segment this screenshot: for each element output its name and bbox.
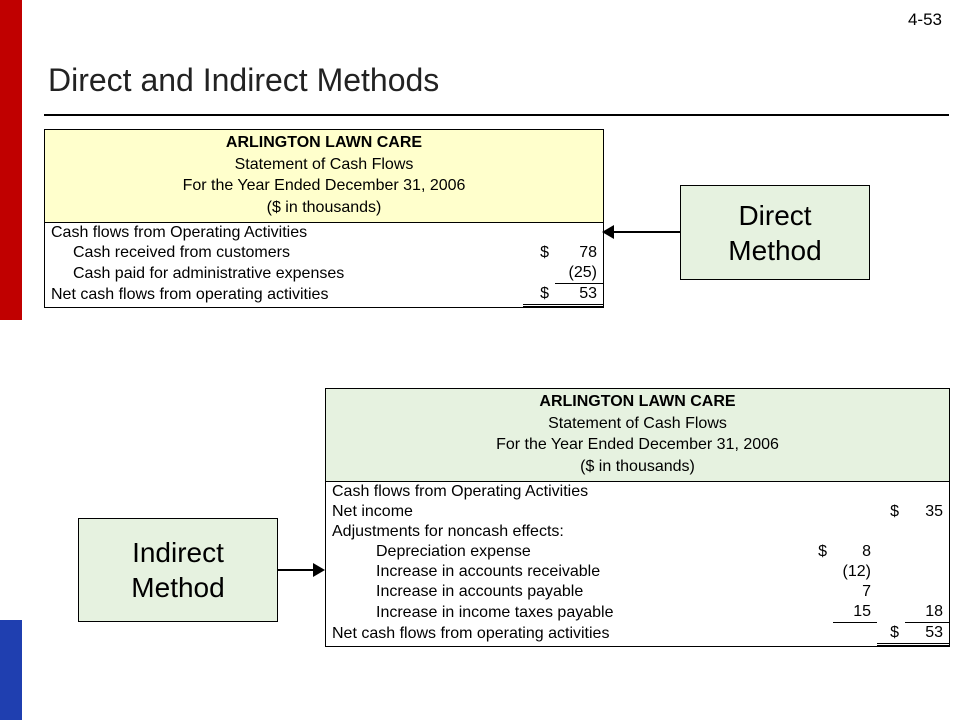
arrow-right-icon xyxy=(278,569,323,571)
direct-method-label-box: Direct Method xyxy=(680,185,870,280)
slide-number: 4-53 xyxy=(908,10,942,30)
line-item-value: 78 xyxy=(555,243,603,263)
table-row: Cash paid for administrative expenses (2… xyxy=(45,263,603,284)
section-header: Cash flows from Operating Activities xyxy=(326,482,805,502)
table-row: Increase in income taxes payable 15 18 xyxy=(326,602,949,623)
net-cash-label: Net cash flows from operating activities xyxy=(45,284,523,306)
company-name: ARLINGTON LAWN CARE xyxy=(45,132,603,154)
table-row: Increase in accounts receivable (12) xyxy=(326,562,949,582)
line-item-label: Cash received from customers xyxy=(45,243,523,263)
statement-period: For the Year Ended December 31, 2006 xyxy=(326,434,949,456)
line-item-label: Net income xyxy=(326,502,805,522)
table-row: Cash received from customers $ 78 xyxy=(45,243,603,263)
statement-header: ARLINGTON LAWN CARE Statement of Cash Fl… xyxy=(326,389,949,482)
slide-title: Direct and Indirect Methods xyxy=(48,62,439,99)
adjustments-header: Adjustments for noncash effects: xyxy=(326,522,805,542)
line-item-label: Increase in income taxes payable xyxy=(326,602,805,623)
decorative-left-stripe xyxy=(0,0,22,720)
line-item-value: 35 xyxy=(905,502,949,522)
line-item-value: 15 xyxy=(833,602,877,623)
currency-symbol: $ xyxy=(877,623,905,645)
line-item-value: (25) xyxy=(555,263,603,284)
indirect-label-line2: Method xyxy=(131,572,224,603)
direct-label-line1: Direct xyxy=(738,200,811,231)
net-cash-value: 53 xyxy=(905,623,949,645)
table-row: Cash flows from Operating Activities xyxy=(45,223,603,243)
line-item-value: 7 xyxy=(833,582,877,602)
line-item-value: (12) xyxy=(833,562,877,582)
title-underline xyxy=(44,114,949,116)
table-row: Net income $ 35 xyxy=(326,502,949,522)
statement-title: Statement of Cash Flows xyxy=(326,413,949,435)
line-item-label: Depreciation expense xyxy=(326,542,805,562)
line-item-label: Increase in accounts receivable xyxy=(326,562,805,582)
direct-label-line2: Method xyxy=(728,235,821,266)
currency-symbol: $ xyxy=(805,542,833,562)
statement-title: Statement of Cash Flows xyxy=(45,154,603,176)
table-row: Net cash flows from operating activities… xyxy=(326,623,949,645)
adjustments-total: 18 xyxy=(905,602,949,623)
direct-method-statement: ARLINGTON LAWN CARE Statement of Cash Fl… xyxy=(44,129,604,308)
currency-symbol: $ xyxy=(523,243,555,263)
section-header: Cash flows from Operating Activities xyxy=(45,223,523,243)
currency-symbol: $ xyxy=(877,502,905,522)
indirect-method-label-box: Indirect Method xyxy=(78,518,278,622)
table-row: Depreciation expense $ 8 xyxy=(326,542,949,562)
indirect-method-table: Cash flows from Operating Activities Net… xyxy=(326,482,949,646)
indirect-method-statement: ARLINGTON LAWN CARE Statement of Cash Fl… xyxy=(325,388,950,647)
statement-header: ARLINGTON LAWN CARE Statement of Cash Fl… xyxy=(45,130,603,223)
table-row: Net cash flows from operating activities… xyxy=(45,284,603,306)
direct-method-table: Cash flows from Operating Activities Cas… xyxy=(45,223,603,307)
statement-units: ($ in thousands) xyxy=(326,456,949,478)
company-name: ARLINGTON LAWN CARE xyxy=(326,391,949,413)
line-item-label: Increase in accounts payable xyxy=(326,582,805,602)
currency-symbol: $ xyxy=(523,284,555,306)
line-item-label: Cash paid for administrative expenses xyxy=(45,263,523,284)
line-item-value: 8 xyxy=(833,542,877,562)
table-row: Adjustments for noncash effects: xyxy=(326,522,949,542)
statement-period: For the Year Ended December 31, 2006 xyxy=(45,175,603,197)
net-cash-value: 53 xyxy=(555,284,603,306)
indirect-label-line1: Indirect xyxy=(132,537,224,568)
net-cash-label: Net cash flows from operating activities xyxy=(326,623,805,645)
table-row: Cash flows from Operating Activities xyxy=(326,482,949,502)
arrow-left-icon xyxy=(604,231,680,233)
table-row: Increase in accounts payable 7 xyxy=(326,582,949,602)
statement-units: ($ in thousands) xyxy=(45,197,603,219)
